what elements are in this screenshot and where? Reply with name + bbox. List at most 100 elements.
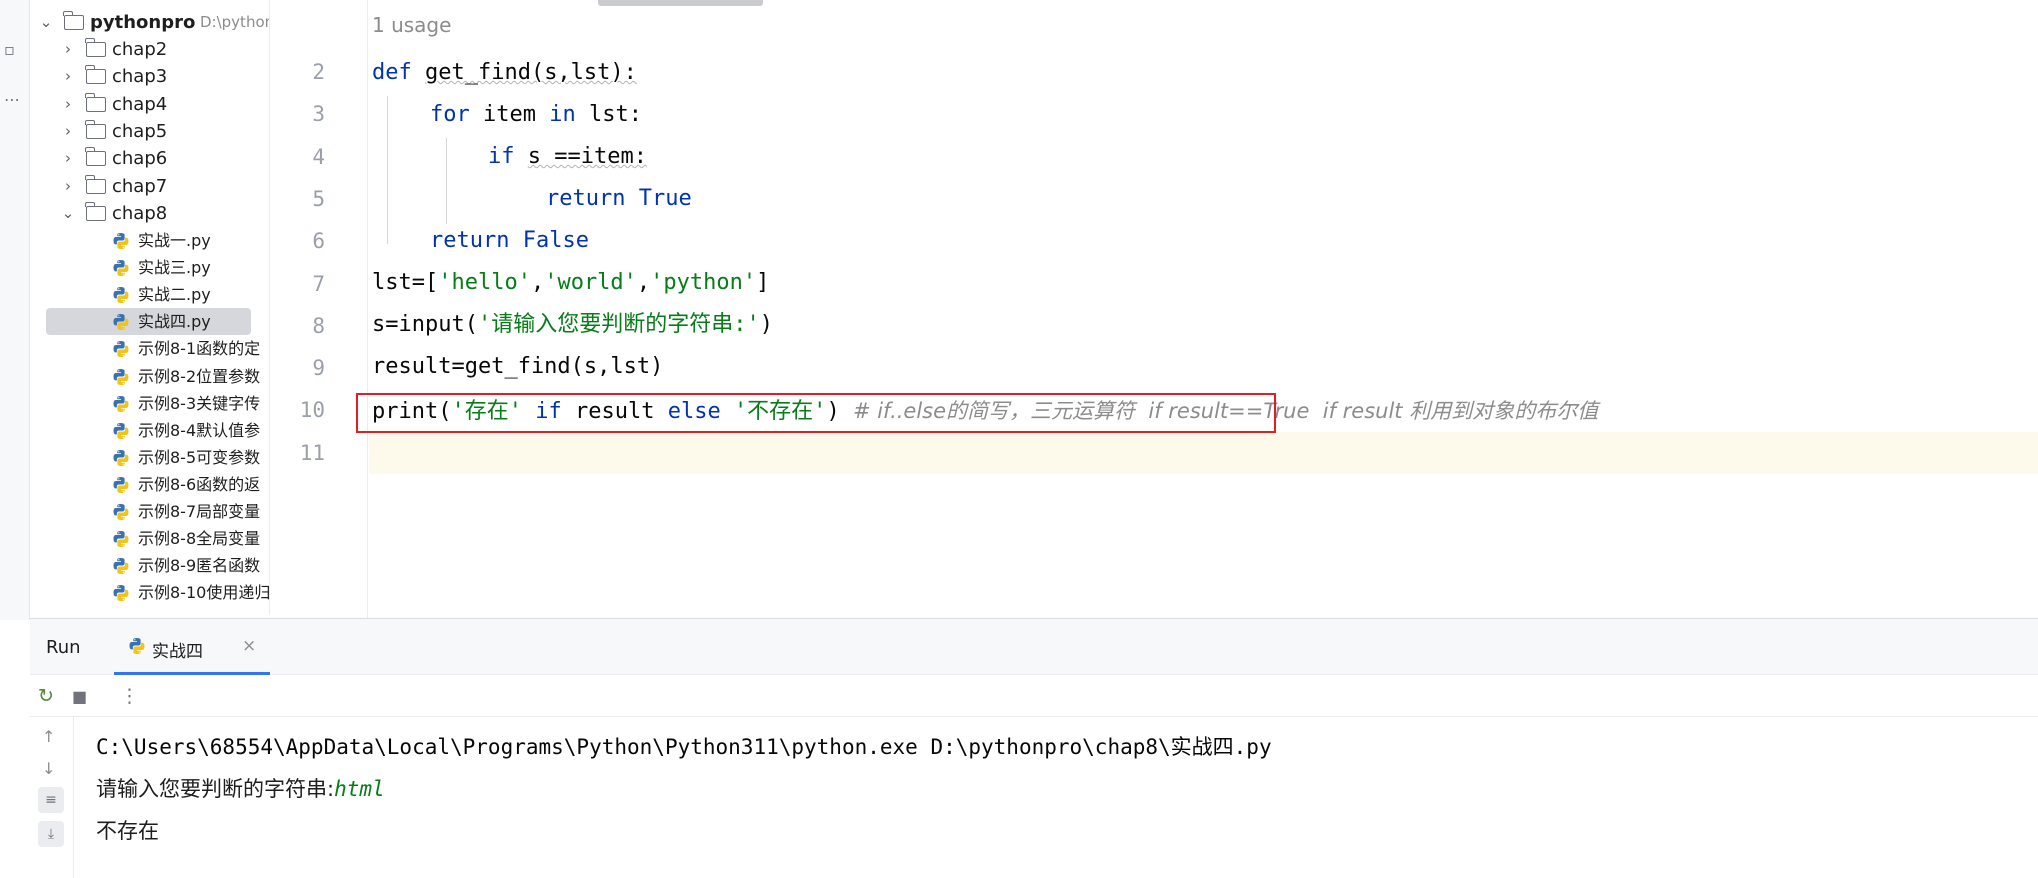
more-options-icon[interactable]: ⋮ [120, 685, 139, 707]
code-text: , [530, 270, 545, 295]
code-editor[interactable]: 2 3 4 5 6 7 8 9 10 11 1 usage def get_find(s,lst)… [270, 0, 2038, 618]
keyword: True [638, 186, 692, 211]
tree-file-item[interactable]: 示例8-3关键字传 [30, 390, 269, 417]
tree-file-item[interactable]: 实战一.py [30, 227, 269, 254]
chevron-down-icon[interactable]: ⌄ [38, 9, 54, 36]
tree-file-item[interactable]: 示例8-7局部变量 [30, 498, 269, 525]
line-number[interactable]: 5 [312, 187, 325, 211]
tree-file-item[interactable]: 示例8-4默认值参 [30, 417, 269, 444]
chevron-right-icon[interactable]: › [60, 36, 76, 63]
tree-folder-chap7[interactable]: › chap7 [30, 173, 269, 200]
keyword: def [372, 60, 425, 85]
python-file-icon [129, 638, 145, 654]
function-signature: get_find(s,lst): [424, 60, 637, 85]
tree-file-item[interactable]: 实战三.py [30, 254, 269, 281]
console-result: 不存在 [96, 819, 159, 843]
line-number[interactable]: 8 [312, 314, 325, 338]
chevron-right-icon[interactable]: › [60, 145, 76, 172]
line-number[interactable]: 2 [312, 60, 325, 84]
line-number[interactable]: 11 [300, 441, 325, 465]
editor-scrollbar[interactable] [598, 0, 763, 6]
keyword: in [549, 102, 589, 127]
keyword: return [430, 228, 523, 253]
tree-root[interactable]: ⌄ pythonpro D:\pythonpro [30, 9, 269, 36]
console-user-input: html [334, 777, 385, 801]
folder-icon [85, 147, 106, 167]
run-tab-label: 实战四 [152, 642, 203, 662]
indent-guide [446, 138, 447, 224]
structure-icon[interactable]: ▫ [4, 40, 15, 59]
python-file-icon [113, 476, 129, 493]
tree-folder-chap2[interactable]: › chap2 [30, 36, 269, 63]
file-name: 示例8-2位置参数 [138, 366, 261, 386]
folder-name: chap4 [112, 93, 168, 115]
usage-hint[interactable]: 1 usage [372, 13, 451, 37]
scroll-to-end-icon[interactable]: ⤓ [38, 821, 64, 847]
run-panel-title[interactable]: Run [46, 637, 81, 658]
stop-icon[interactable]: ■ [72, 687, 87, 706]
code-line-7: lst=['hello','world','python'] [372, 262, 769, 304]
run-tab-bar: Run 实战四 × [30, 619, 2038, 675]
folder-icon [85, 65, 106, 85]
tree-folder-chap5[interactable]: › chap5 [30, 118, 269, 145]
tree-file-item[interactable]: 示例8-6函数的返 [30, 471, 269, 498]
tree-file-item[interactable]: 实战二.py [30, 281, 269, 308]
python-file-icon [113, 422, 129, 439]
tree-file-item[interactable]: 实战四.py [46, 308, 251, 336]
folder-name: chap7 [112, 175, 168, 197]
python-file-icon [113, 314, 129, 331]
arrow-up-icon[interactable]: ↑ [42, 727, 55, 746]
root-folder-name: pythonpro [90, 12, 196, 33]
python-file-icon [113, 531, 129, 548]
line-number[interactable]: 4 [312, 145, 325, 169]
tree-file-item[interactable]: 示例8-9匿名函数 [30, 552, 269, 579]
soft-wrap-icon[interactable]: ≡ [38, 787, 64, 813]
folder-icon [85, 92, 106, 112]
tree-file-item[interactable]: 示例8-8全局变量 [30, 525, 269, 552]
chevron-right-icon[interactable]: › [60, 118, 76, 145]
current-line-highlight [369, 432, 2038, 474]
chevron-right-icon[interactable]: › [60, 173, 76, 200]
chevron-down-icon[interactable]: ⌄ [60, 200, 76, 227]
tree-file-item[interactable]: 示例8-2位置参数 [30, 363, 269, 390]
run-panel: Run 实战四 × ↻ ■ ⋮ ↑ ↓ ≡ ⤓ C:\Users\68554\A… [30, 618, 2038, 878]
tree-folder-chap4[interactable]: › chap4 [30, 91, 269, 118]
python-file-icon [113, 260, 129, 277]
tree-file-item[interactable]: 示例8-1函数的定 [30, 335, 269, 362]
line-number[interactable]: 7 [312, 272, 325, 296]
keyword: return [546, 186, 639, 211]
more-tools-icon[interactable]: ⋯ [4, 90, 20, 109]
tree-folder-chap3[interactable]: › chap3 [30, 63, 269, 90]
python-file-icon [113, 585, 129, 602]
tree-folder-chap6[interactable]: › chap6 [30, 145, 269, 172]
file-name: 示例8-3关键字传 [138, 393, 261, 413]
root-folder-path: D:\pythonpro [200, 13, 269, 31]
run-tab[interactable]: 实战四 × [114, 619, 270, 675]
line-number[interactable]: 9 [312, 356, 325, 380]
keyword: False [522, 228, 589, 253]
folder-icon [85, 202, 106, 221]
line-number[interactable]: 6 [312, 229, 325, 253]
tree-file-item[interactable]: 示例8-10使用递归 [30, 579, 269, 606]
run-side-toolbar: ↑ ↓ ≡ ⤓ [30, 717, 74, 878]
file-name: 示例8-7局部变量 [138, 502, 261, 521]
console-command-line: C:\Users\68554\AppData\Local\Programs\Py… [96, 735, 1272, 759]
close-icon[interactable]: × [242, 636, 256, 656]
chevron-right-icon[interactable]: › [60, 63, 76, 90]
arrow-down-icon[interactable]: ↓ [42, 759, 55, 778]
python-file-icon [113, 395, 129, 412]
run-toolbar: ↻ ■ ⋮ [30, 675, 2038, 717]
line-number[interactable]: 3 [312, 102, 325, 126]
line-number[interactable]: 10 [300, 398, 325, 422]
rerun-icon[interactable]: ↻ [38, 685, 54, 707]
file-name: 实战二.py [138, 285, 211, 305]
tree-file-item[interactable]: 示例8-5可变参数 [30, 444, 269, 471]
file-name: 实战四.py [138, 312, 211, 332]
folder-name: chap5 [112, 120, 168, 142]
console-prompt-line: 请输入您要判断的字符串:html [96, 773, 385, 803]
chevron-right-icon[interactable]: › [60, 91, 76, 118]
tree-folder-chap8[interactable]: ⌄ chap8 [30, 200, 269, 227]
python-file-icon [113, 504, 129, 520]
project-tree: ⌄ pythonpro D:\pythonpro › chap2 › chap3 › ch… [30, 0, 270, 615]
folder-icon [85, 119, 106, 139]
